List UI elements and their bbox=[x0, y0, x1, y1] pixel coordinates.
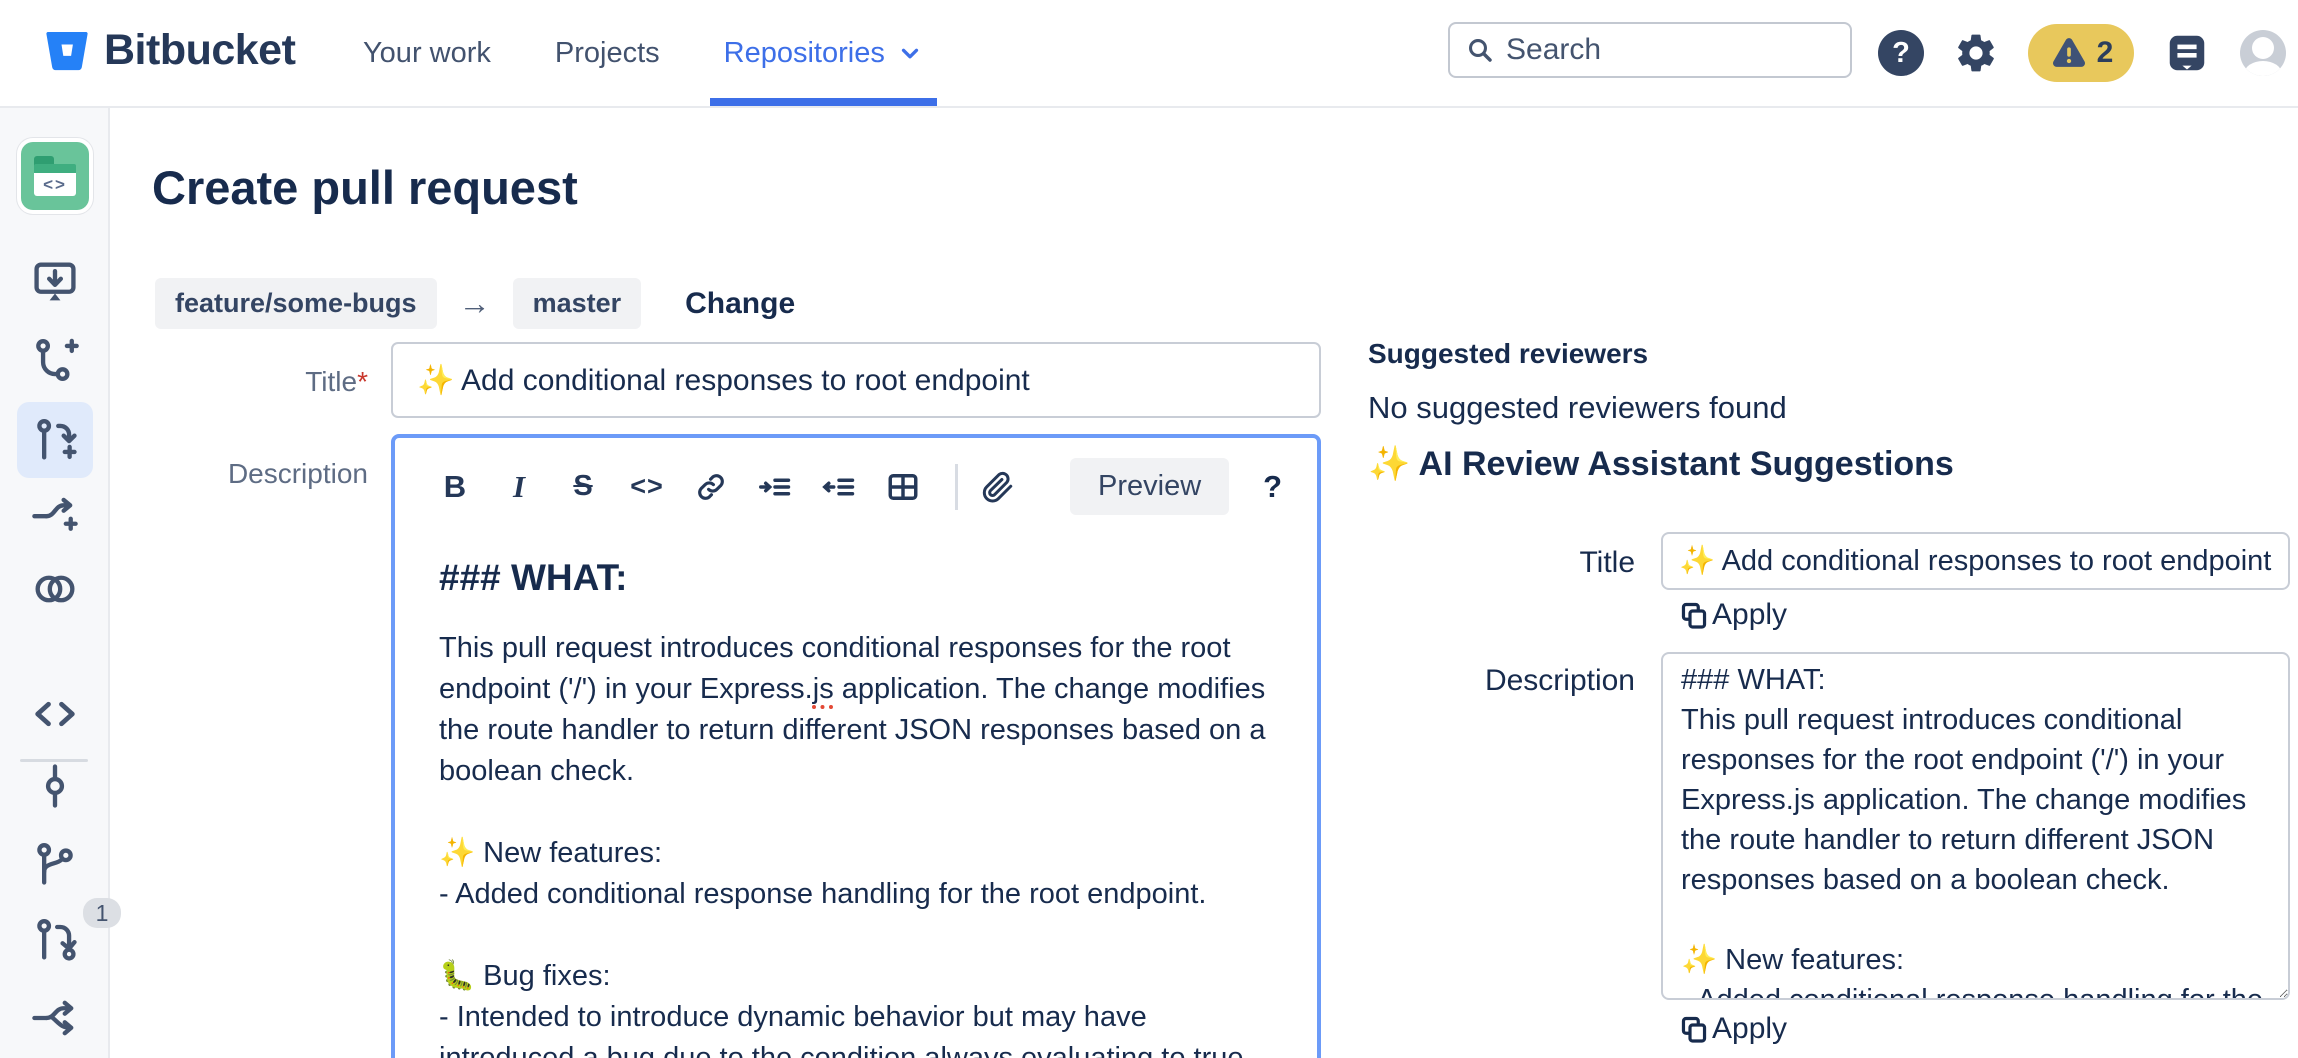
table-icon[interactable] bbox=[883, 465, 923, 509]
branch-arrow-icon: → bbox=[459, 285, 491, 322]
title-label: Title* bbox=[162, 366, 368, 398]
sidebar-create-branch-icon[interactable] bbox=[0, 334, 110, 386]
apply-description-link[interactable]: Apply bbox=[1678, 1012, 1787, 1046]
active-item-highlight bbox=[17, 402, 93, 478]
pr-count-badge: 1 bbox=[83, 898, 121, 928]
editor-bugs-block: 🐛 Bug fixes: - Intended to introduce dyn… bbox=[439, 956, 1273, 1058]
attach-file-icon[interactable] bbox=[978, 465, 1018, 509]
editor-help-icon[interactable]: ? bbox=[1263, 469, 1282, 505]
nav-your-work[interactable]: Your work bbox=[363, 0, 491, 106]
bitbucket-logo[interactable]: Bitbucket bbox=[44, 26, 295, 75]
sidebar-commits-icon[interactable] bbox=[0, 760, 110, 812]
sidebar-pipelines-new-icon[interactable] bbox=[0, 488, 110, 540]
editor-paragraph: This pull request introduces conditional… bbox=[439, 628, 1273, 792]
copy-icon bbox=[1678, 1013, 1710, 1045]
user-avatar[interactable] bbox=[2240, 30, 2286, 76]
ai-description-textarea[interactable]: ### WHAT: This pull request introduces c… bbox=[1661, 652, 2290, 1000]
preview-button[interactable]: Preview bbox=[1070, 458, 1229, 515]
sidebar-pipelines-icon[interactable] bbox=[0, 992, 110, 1044]
search-icon bbox=[1464, 34, 1496, 66]
nav-projects[interactable]: Projects bbox=[555, 0, 660, 106]
avatar-head bbox=[2252, 37, 2274, 59]
toolbar-divider bbox=[955, 464, 958, 510]
misspelled-word: js bbox=[813, 673, 834, 705]
sidebar-branches-icon[interactable] bbox=[0, 838, 110, 890]
sidebar-deployments-icon[interactable] bbox=[0, 563, 110, 615]
apply-title-link[interactable]: Apply bbox=[1678, 598, 1787, 632]
target-branch-lozenge[interactable]: master bbox=[513, 278, 642, 329]
ai-title-input[interactable] bbox=[1661, 532, 2290, 590]
ai-description-label: Description bbox=[1435, 664, 1635, 698]
warning-triangle-icon bbox=[2049, 33, 2089, 73]
editor-content[interactable]: ### WHAT: This pull request introduces c… bbox=[395, 527, 1317, 1058]
outdent-icon[interactable] bbox=[819, 465, 859, 509]
global-search[interactable] bbox=[1448, 22, 1852, 78]
alerts-badge[interactable]: 2 bbox=[2028, 24, 2134, 82]
chevron-down-icon bbox=[897, 40, 923, 66]
source-branch-lozenge[interactable]: feature/some-bugs bbox=[155, 278, 437, 329]
change-branches-link[interactable]: Change bbox=[685, 287, 795, 321]
branch-selector-row: feature/some-bugs → master Change bbox=[155, 278, 795, 329]
header-actions: ? 2 bbox=[1878, 0, 2286, 106]
bitbucket-create-pr-page: Bitbucket Your work Projects Repositorie… bbox=[0, 0, 2298, 1058]
bold-icon[interactable]: B bbox=[435, 465, 475, 509]
sidebar-source-icon[interactable] bbox=[0, 688, 110, 740]
primary-nav: Your work Projects Repositories bbox=[363, 0, 987, 106]
suggested-reviewers-heading: Suggested reviewers bbox=[1368, 338, 1648, 370]
alerts-count: 2 bbox=[2097, 36, 2114, 70]
page-title: Create pull request bbox=[152, 160, 578, 215]
repo-avatar-icon: <> bbox=[17, 138, 93, 214]
repo-sidebar: <> bbox=[0, 108, 110, 1058]
sidebar-pull-requests-icon[interactable]: 1 bbox=[0, 914, 110, 966]
pr-title-input[interactable] bbox=[391, 342, 1321, 418]
link-icon[interactable] bbox=[691, 465, 731, 509]
indent-icon[interactable] bbox=[755, 465, 795, 509]
nav-repositories[interactable]: Repositories bbox=[724, 0, 923, 106]
description-editor[interactable]: B I S <> bbox=[391, 434, 1321, 1058]
feedback-notes-icon[interactable] bbox=[2164, 30, 2210, 76]
top-navbar: Bitbucket Your work Projects Repositorie… bbox=[0, 0, 2298, 108]
avatar-bust bbox=[2244, 61, 2282, 76]
editor-features-block: ✨ New features: - Added conditional resp… bbox=[439, 833, 1273, 915]
bitbucket-mark-icon bbox=[44, 28, 90, 74]
sidebar-repo-avatar[interactable]: <> bbox=[0, 138, 110, 214]
italic-icon[interactable]: I bbox=[499, 465, 539, 509]
copy-icon bbox=[1678, 599, 1710, 631]
sidebar-clone-icon[interactable] bbox=[0, 256, 110, 308]
code-icon[interactable]: <> bbox=[627, 465, 667, 509]
description-label: Description bbox=[162, 458, 368, 490]
settings-gear-icon[interactable] bbox=[1954, 31, 1998, 75]
ai-title-label: Title bbox=[1435, 546, 1635, 580]
brand-wordmark: Bitbucket bbox=[104, 26, 295, 75]
help-icon[interactable]: ? bbox=[1878, 30, 1924, 76]
required-asterisk: * bbox=[357, 366, 368, 397]
editor-heading: ### WHAT: bbox=[439, 557, 1273, 598]
suggested-reviewers-empty: No suggested reviewers found bbox=[1368, 390, 1787, 426]
sidebar-create-pr-active[interactable] bbox=[0, 402, 110, 478]
editor-toolbar: B I S <> bbox=[395, 438, 1317, 527]
ai-suggestions-heading: ✨ AI Review Assistant Suggestions bbox=[1368, 444, 1954, 484]
search-input[interactable] bbox=[1506, 33, 1806, 67]
strikethrough-icon[interactable]: S bbox=[563, 465, 603, 509]
